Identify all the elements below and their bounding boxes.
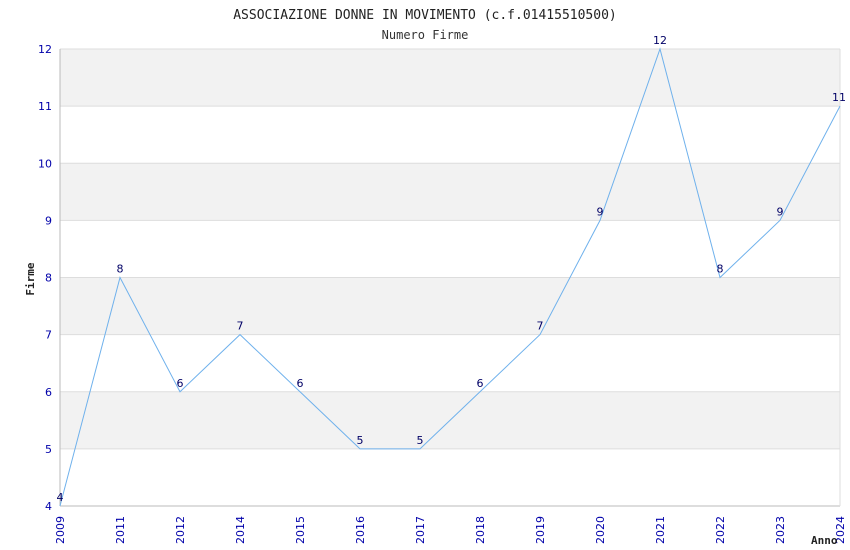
y-tick-label: 4 bbox=[45, 500, 52, 513]
y-tick-label: 5 bbox=[45, 443, 52, 456]
x-tick-label: 2012 bbox=[174, 516, 187, 544]
data-label: 6 bbox=[297, 377, 304, 390]
y-tick-label: 12 bbox=[38, 43, 52, 56]
data-label: 9 bbox=[777, 205, 784, 218]
data-label: 6 bbox=[177, 377, 184, 390]
data-label: 9 bbox=[597, 205, 604, 218]
data-label: 4 bbox=[57, 491, 64, 504]
x-axis-title: Anno bbox=[811, 534, 838, 547]
y-axis-title: Firme bbox=[24, 262, 37, 295]
x-tick-label: 2009 bbox=[54, 516, 67, 544]
grid-band bbox=[60, 49, 840, 107]
x-tick-label: 2017 bbox=[414, 516, 427, 544]
y-tick-label: 6 bbox=[45, 386, 52, 399]
y-tick-label: 8 bbox=[45, 272, 52, 285]
x-tick-label: 2016 bbox=[354, 516, 367, 544]
grid-band bbox=[60, 277, 840, 335]
y-tick-label: 10 bbox=[38, 157, 52, 170]
x-tick-label: 2023 bbox=[774, 516, 787, 544]
x-tick-label: 2018 bbox=[474, 516, 487, 544]
line-chart: 4 5 6 7 8 9 10 11 12 2009 2011 2012 2014 2015 2016 201… bbox=[24, 8, 847, 547]
grid-band bbox=[60, 106, 840, 164]
data-label: 5 bbox=[417, 434, 424, 447]
chart-subtitle: Numero Firme bbox=[382, 28, 469, 42]
data-label: 5 bbox=[357, 434, 364, 447]
data-label: 8 bbox=[717, 263, 724, 276]
data-label: 7 bbox=[237, 320, 244, 333]
chart-title: ASSOCIAZIONE DONNE IN MOVIMENTO (c.f.014… bbox=[233, 8, 617, 23]
x-tick-labels: 2009 2011 2012 2014 2015 2016 2017 2018 2019 2020… bbox=[54, 516, 847, 544]
data-label: 8 bbox=[117, 263, 124, 276]
x-tick-label: 2021 bbox=[654, 516, 667, 544]
x-tick-label: 2015 bbox=[294, 516, 307, 544]
data-label: 6 bbox=[477, 377, 484, 390]
x-tick-label: 2014 bbox=[234, 516, 247, 544]
grid-band bbox=[60, 163, 840, 221]
x-tick-label: 2020 bbox=[594, 516, 607, 544]
data-label: 12 bbox=[653, 34, 667, 47]
y-tick-labels: 4 5 6 7 8 9 10 11 12 bbox=[38, 43, 52, 513]
y-tick-label: 11 bbox=[38, 100, 52, 113]
grid-band bbox=[60, 448, 840, 506]
data-label: 11 bbox=[832, 91, 846, 104]
x-tick-label: 2019 bbox=[534, 516, 547, 544]
x-tick-label: 2022 bbox=[714, 516, 727, 544]
data-label: 7 bbox=[537, 320, 544, 333]
x-tick-label: 2011 bbox=[114, 516, 127, 544]
y-tick-label: 7 bbox=[45, 329, 52, 342]
y-tick-label: 9 bbox=[45, 214, 52, 227]
